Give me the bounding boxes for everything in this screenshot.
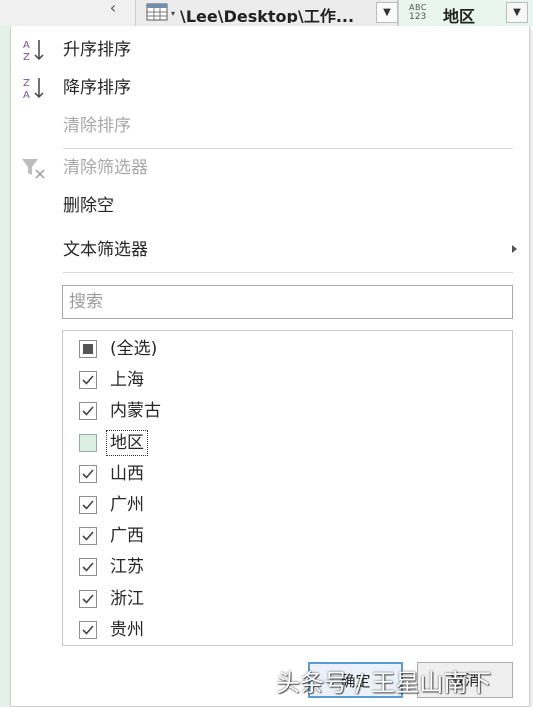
- menu-item-label: 删除空: [63, 196, 114, 216]
- list-item[interactable]: 贵州: [63, 615, 512, 645]
- ok-button[interactable]: 确定: [308, 662, 403, 698]
- list-item[interactable]: 上海: [63, 365, 512, 396]
- list-item[interactable]: 广州: [63, 490, 512, 521]
- list-item[interactable]: 山西: [63, 459, 512, 490]
- svg-text:A: A: [23, 90, 30, 100]
- filter-value-list[interactable]: (全选) 上海内蒙古地区山西广州广西江苏浙江贵州: [62, 330, 513, 646]
- checkbox[interactable]: [79, 496, 97, 514]
- checkbox[interactable]: [79, 558, 97, 577]
- checkbox[interactable]: [79, 340, 97, 358]
- menu-item-clear-sort[interactable]: 清除排序: [11, 109, 529, 143]
- sort-descending-icon: Z A: [23, 78, 44, 100]
- menu-item-sort-ascending[interactable]: A Z 升序排序: [11, 33, 529, 67]
- checkbox[interactable]: [79, 433, 97, 452]
- menu-separator: [63, 148, 513, 149]
- menu-separator: [63, 272, 513, 273]
- menu-item-label: 清除筛选器: [63, 158, 148, 178]
- list-item[interactable]: (全选): [63, 334, 512, 365]
- filter-dropdown-panel: A Z 升序排序 Z A 降序排序 清除排序 清除筛选器 删除空 文本筛选器 搜…: [10, 26, 530, 707]
- cancel-button[interactable]: 取消: [417, 662, 513, 698]
- checkbox[interactable]: [79, 371, 97, 390]
- checkbox[interactable]: [79, 589, 97, 608]
- list-item-label: 广西: [110, 526, 144, 547]
- header-left-area: ‹: [0, 0, 135, 26]
- column-header-source[interactable]: ▾ \Lee\Desktop\工作...: [135, 0, 398, 26]
- svg-text:A: A: [23, 40, 30, 51]
- table-icon: [146, 3, 168, 21]
- clear-filter-icon: [22, 159, 45, 179]
- list-item-label: 地区: [106, 429, 148, 456]
- menu-item-label: 文本筛选器: [63, 240, 148, 260]
- menu-item-label: 升序排序: [63, 40, 131, 60]
- chevron-left-icon[interactable]: ‹: [104, 0, 122, 18]
- submenu-arrow-icon: [512, 245, 517, 253]
- svg-text:Z: Z: [23, 52, 30, 62]
- list-item-label: 江苏: [110, 557, 144, 578]
- column-header-bar: ‹ ▾ \Lee\Desktop\工作... ▼ ABC 123 地区 ▼: [0, 0, 533, 26]
- menu-item-text-filters[interactable]: 文本筛选器: [11, 233, 529, 267]
- column-header-title: \Lee\Desktop\工作...: [180, 7, 355, 23]
- list-item-label: 浙江: [110, 588, 144, 609]
- column-filter-button[interactable]: ▼: [506, 2, 528, 23]
- checkbox[interactable]: [79, 620, 97, 639]
- list-item[interactable]: 江苏: [63, 552, 512, 583]
- checkbox[interactable]: [79, 402, 97, 421]
- menu-item-label: 清除排序: [63, 116, 131, 136]
- sort-ascending-icon: A Z: [23, 40, 44, 62]
- list-item-label: 广州: [110, 495, 144, 515]
- menu-item-remove-empty[interactable]: 删除空: [11, 189, 529, 223]
- svg-text:Z: Z: [23, 78, 30, 89]
- list-item[interactable]: 浙江: [63, 584, 512, 615]
- chevron-down-icon[interactable]: ▾: [171, 9, 175, 18]
- menu-item-label: 降序排序: [63, 78, 131, 98]
- checkbox[interactable]: [79, 464, 97, 483]
- list-item[interactable]: 地区: [63, 428, 512, 459]
- list-item-label: 内蒙古: [110, 401, 161, 422]
- abc-123-type-icon[interactable]: ABC 123: [409, 3, 433, 23]
- column-filter-button[interactable]: ▼: [376, 2, 398, 23]
- list-item-label: 山西: [110, 463, 144, 484]
- checkbox[interactable]: [79, 527, 97, 546]
- column-header-title: 地区: [443, 7, 476, 26]
- list-item[interactable]: 广西: [63, 521, 512, 552]
- menu-item-sort-descending[interactable]: Z A 降序排序: [11, 71, 529, 105]
- search-input[interactable]: [62, 285, 513, 319]
- list-item-label: 上海: [110, 370, 144, 391]
- list-item[interactable]: 内蒙古: [63, 396, 512, 427]
- menu-item-clear-filter[interactable]: 清除筛选器: [11, 151, 529, 185]
- list-item-label: (全选): [110, 339, 158, 359]
- list-item-label: 贵州: [110, 619, 144, 640]
- screen: ‹ ▾ \Lee\Desktop\工作... ▼ ABC 123 地区 ▼ A …: [0, 0, 533, 707]
